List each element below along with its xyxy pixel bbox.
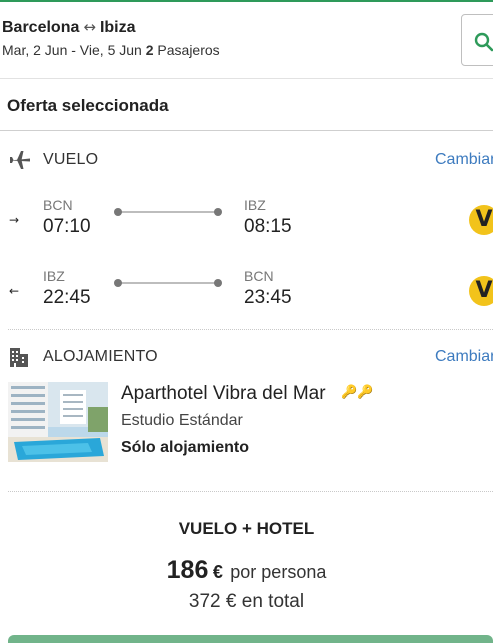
- accommodation-section-label: ALOJAMIENTO: [43, 348, 158, 365]
- trip-dates: Mar, 2 Jun - Vie, 5 Jun 2 Pasajeros: [2, 42, 220, 58]
- departure-airport-code: BCN: [43, 197, 73, 213]
- origin-city: Barcelona: [2, 19, 80, 36]
- outbound-flight-leg: → BCN 07:10 IBZ 08:15 V: [0, 197, 493, 249]
- accommodation-section-header: ALOJAMIENTO Cambiar: [8, 345, 493, 369]
- change-hotel-link[interactable]: Cambiar: [435, 348, 493, 366]
- airline-logo-icon: V: [469, 276, 493, 306]
- return-arrow-icon: ←: [9, 284, 20, 298]
- flight-duration-line: [117, 211, 221, 213]
- arrival-time: 23:45: [244, 287, 292, 308]
- price-per-person: 186 € por persona: [0, 556, 493, 585]
- room-type: Estudio Estándar: [121, 412, 243, 429]
- departure-time: 22:45: [43, 287, 91, 308]
- arrival-airport-code: BCN: [244, 268, 274, 284]
- departure-time: 07:10: [43, 216, 91, 237]
- arrival-time: 08:15: [244, 216, 292, 237]
- outbound-arrow-icon: →: [9, 213, 20, 227]
- hotel-name[interactable]: Aparthotel Vibra del Mar: [121, 383, 326, 405]
- departure-dot: [114, 208, 122, 216]
- flight-section-header: VUELO Cambiar: [8, 148, 493, 172]
- continue-button[interactable]: [8, 635, 493, 643]
- flight-section-label: VUELO: [43, 151, 99, 168]
- airline-logo-icon: V: [469, 205, 493, 235]
- package-label: VUELO + HOTEL: [178, 519, 315, 538]
- building-icon: [8, 345, 30, 374]
- departure-dot: [114, 279, 122, 287]
- hotel-rating-keys-icon: 🔑🔑: [341, 385, 374, 400]
- destination-city: Ibiza: [99, 19, 136, 36]
- hotel-photo[interactable]: [8, 382, 108, 462]
- passenger-count: 2: [145, 42, 154, 58]
- arrival-airport-code: IBZ: [244, 197, 266, 213]
- airplane-icon: [8, 148, 32, 177]
- divider: [8, 329, 493, 330]
- price-amount: 186: [166, 556, 209, 584]
- round-trip-arrow-icon: ↔: [83, 18, 96, 36]
- search-icon: [474, 32, 493, 52]
- flight-duration-line: [117, 282, 221, 284]
- date-range: Mar, 2 Jun - Vie, 5 Jun: [2, 42, 142, 58]
- return-flight-leg: ← IBZ 22:45 BCN 23:45 V: [0, 268, 493, 320]
- search-button[interactable]: [461, 14, 493, 66]
- total-price: 372 € en total: [188, 591, 305, 612]
- route-title: Barcelona ↔ Ibiza: [2, 18, 136, 37]
- divider: [0, 130, 493, 131]
- offer-title: Oferta seleccionada: [7, 96, 169, 115]
- arrival-dot: [214, 208, 222, 216]
- per-person-label: por persona: [230, 562, 327, 582]
- price-currency: €: [212, 562, 223, 582]
- arrival-dot: [214, 279, 222, 287]
- passenger-label: Pasajeros: [157, 42, 220, 58]
- board-type: Sólo alojamiento: [121, 439, 250, 456]
- divider: [8, 491, 493, 492]
- search-summary-header[interactable]: Barcelona ↔ Ibiza Mar, 2 Jun - Vie, 5 Jun …: [0, 2, 493, 79]
- departure-airport-code: IBZ: [43, 268, 65, 284]
- change-flight-link[interactable]: Cambiar: [435, 151, 493, 169]
